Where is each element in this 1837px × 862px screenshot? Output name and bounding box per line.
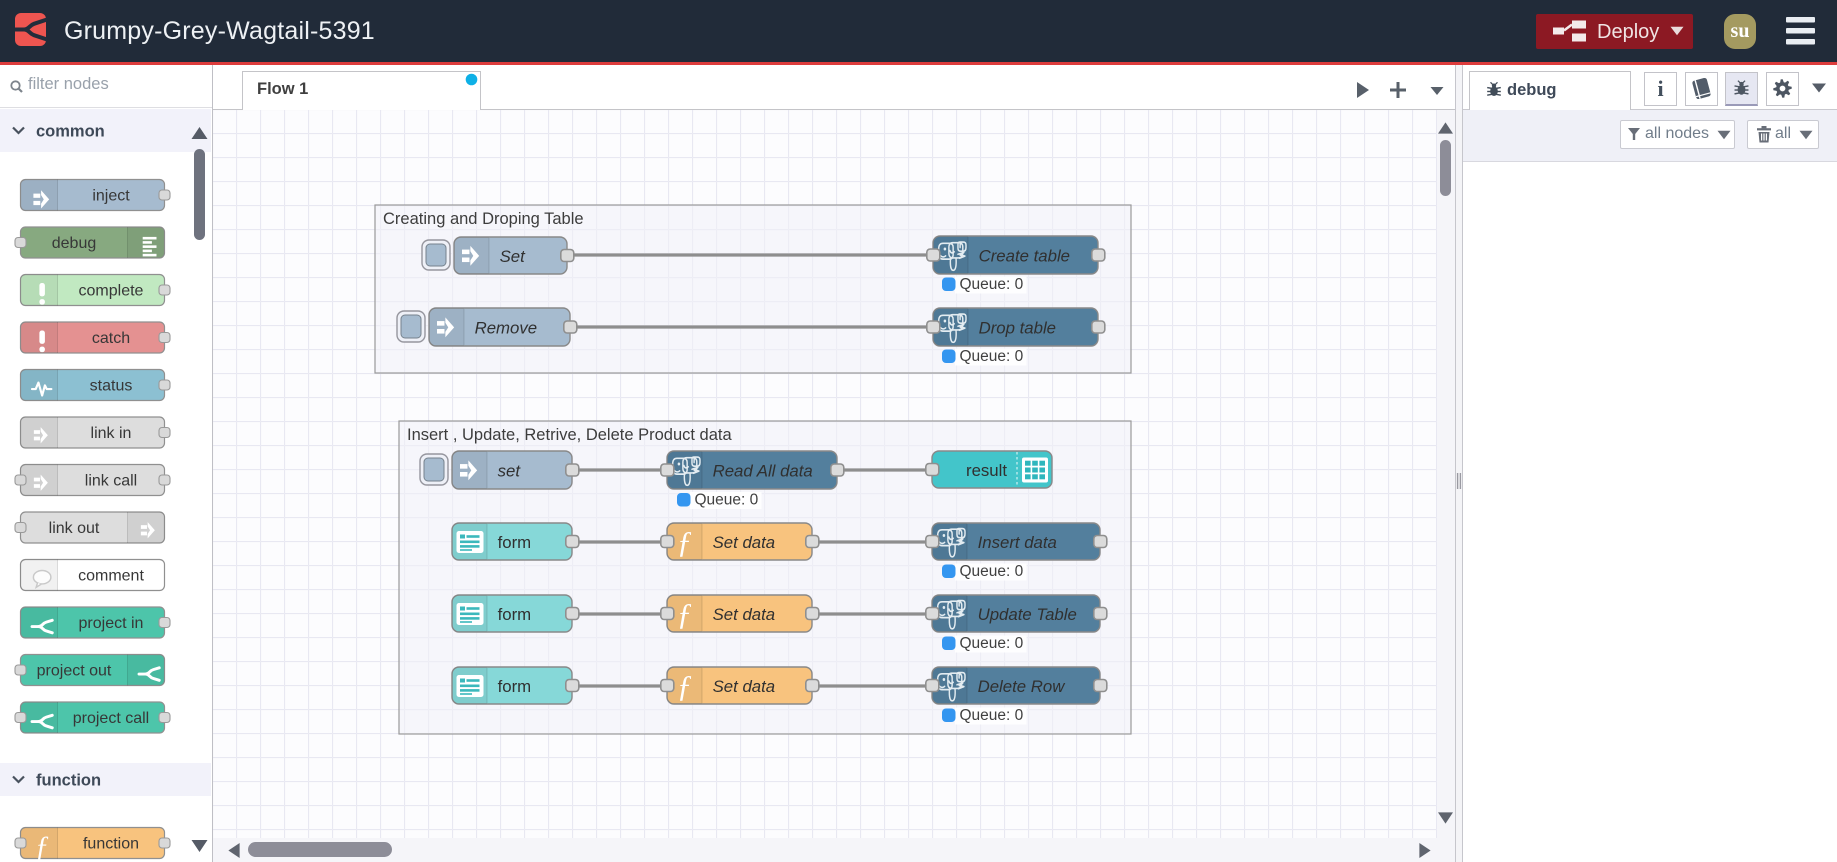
- svg-text:Queue: 0: Queue: 0: [960, 635, 1024, 652]
- svg-text:set: set: [498, 462, 522, 481]
- svg-text:ƒ: ƒ: [677, 668, 693, 703]
- svg-text:Update Table: Update Table: [978, 605, 1077, 624]
- svg-text:Queue: 0: Queue: 0: [960, 348, 1024, 365]
- svg-text:catch: catch: [92, 330, 130, 347]
- svg-text:Read All data: Read All data: [713, 462, 813, 481]
- svg-text:link out: link out: [49, 520, 100, 537]
- svg-text:Delete Row: Delete Row: [978, 677, 1067, 696]
- svg-text:Queue: 0: Queue: 0: [695, 492, 759, 509]
- svg-text:form: form: [498, 605, 532, 624]
- svg-text:Insert data: Insert data: [978, 533, 1057, 552]
- svg-text:status: status: [90, 378, 133, 395]
- svg-text:Drop table: Drop table: [979, 319, 1056, 338]
- svg-text:result: result: [966, 461, 1007, 480]
- svg-text:Set data: Set data: [713, 677, 776, 696]
- svg-text:common: common: [36, 123, 105, 141]
- svg-text:Creating and Droping Table: Creating and Droping Table: [383, 210, 584, 228]
- svg-text:debug: debug: [52, 235, 97, 252]
- svg-text:link call: link call: [85, 473, 137, 490]
- svg-text:Set: Set: [500, 247, 527, 266]
- svg-text:Queue: 0: Queue: 0: [960, 563, 1024, 580]
- svg-text:ƒ: ƒ: [677, 524, 693, 559]
- svg-text:ƒ: ƒ: [35, 832, 49, 862]
- svg-text:comment: comment: [78, 568, 144, 585]
- svg-text:Remove: Remove: [475, 319, 537, 338]
- svg-text:link in: link in: [91, 425, 132, 442]
- svg-text:form: form: [498, 677, 532, 696]
- svg-text:Queue: 0: Queue: 0: [960, 707, 1024, 724]
- svg-text:i: i: [1657, 76, 1663, 101]
- svg-text:inject: inject: [92, 188, 130, 205]
- svg-text:project in: project in: [79, 615, 144, 632]
- svg-text:Set data: Set data: [713, 605, 776, 624]
- svg-text:Insert , Update, Retrive, Dele: Insert , Update, Retrive, Delete Product…: [407, 426, 732, 444]
- svg-text:Queue: 0: Queue: 0: [960, 276, 1024, 293]
- svg-text:Create table: Create table: [979, 247, 1070, 266]
- svg-text:project out: project out: [37, 663, 112, 680]
- svg-text:ƒ: ƒ: [677, 596, 693, 631]
- svg-text:form: form: [498, 533, 532, 552]
- svg-text:function: function: [36, 772, 101, 790]
- svg-text:Set data: Set data: [713, 533, 776, 552]
- svg-text:project call: project call: [73, 710, 149, 727]
- svg-text:complete: complete: [79, 283, 144, 300]
- svg-text:function: function: [83, 836, 139, 853]
